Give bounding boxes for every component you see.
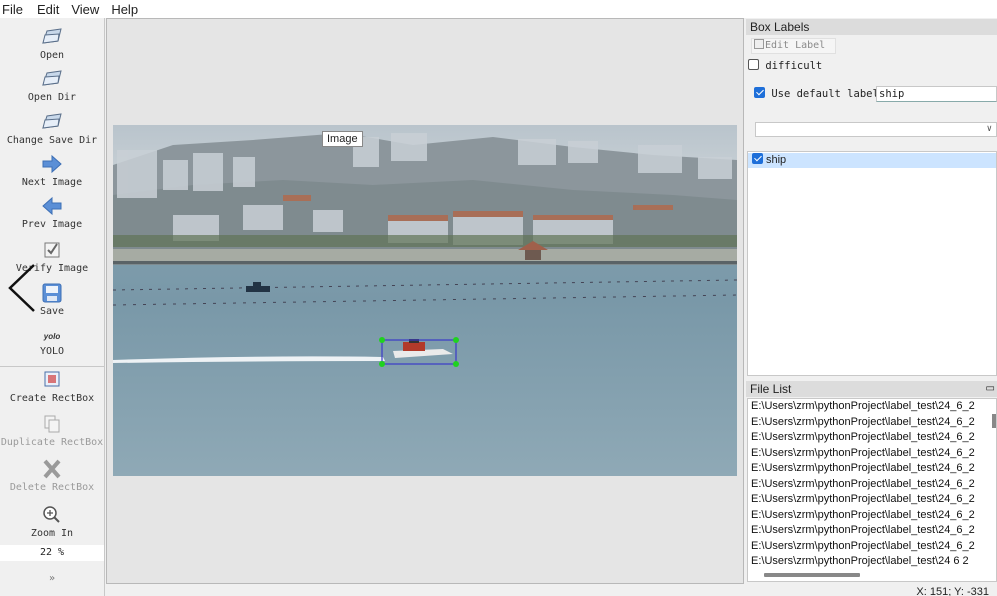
duplicate-rectbox-label: Duplicate RectBox bbox=[0, 437, 104, 448]
file-list-vertical-scrollbar[interactable] bbox=[992, 414, 996, 428]
zoom-in-icon bbox=[43, 506, 60, 523]
open-dir-label: Open Dir bbox=[27, 92, 77, 103]
file-list-item[interactable]: E:\Users\zrm\pythonProject\label_test\24… bbox=[751, 493, 975, 505]
change-save-dir-button[interactable]: Change Save Dir bbox=[0, 111, 104, 146]
file-list-item[interactable]: E:\Users\zrm\pythonProject\label_test\24… bbox=[751, 540, 975, 552]
box-labels-title: Box Labels bbox=[746, 19, 997, 35]
file-list: E:\Users\zrm\pythonProject\label_test\24… bbox=[747, 398, 997, 582]
harbor-photo bbox=[113, 125, 737, 476]
folder-icon bbox=[42, 70, 62, 86]
next-image-button[interactable]: Next Image bbox=[0, 153, 104, 188]
file-list-item[interactable]: E:\Users\zrm\pythonProject\label_test\24… bbox=[751, 447, 975, 459]
arrow-right-icon bbox=[42, 154, 62, 174]
menu-view[interactable]: View bbox=[65, 2, 105, 17]
folder-icon bbox=[42, 28, 62, 44]
folder-icon bbox=[42, 113, 62, 129]
label-list: ship bbox=[747, 151, 997, 376]
checkbox-icon bbox=[44, 242, 60, 258]
right-panel: Box Labels Edit Label difficult Use defa… bbox=[746, 18, 997, 584]
zoom-value-spinbox[interactable]: 22 % bbox=[0, 545, 104, 561]
menubar: File Edit View Help bbox=[0, 0, 997, 18]
file-list-item[interactable]: E:\Users\zrm\pythonProject\label_test\24… bbox=[751, 400, 975, 412]
prev-image-button[interactable]: Prev Image bbox=[0, 195, 104, 230]
arrow-left-icon bbox=[42, 196, 62, 216]
use-default-label-checkbox[interactable]: Use default label bbox=[754, 87, 879, 100]
checkbox-checked-icon[interactable] bbox=[752, 153, 763, 164]
open-button[interactable]: Open bbox=[0, 26, 104, 61]
next-image-label: Next Image bbox=[21, 177, 83, 188]
file-list-item[interactable]: E:\Users\zrm\pythonProject\label_test\24… bbox=[751, 478, 975, 490]
open-label: Open bbox=[39, 50, 65, 61]
file-list-item[interactable]: E:\Users\zrm\pythonProject\label_test\24… bbox=[751, 524, 975, 536]
delete-x-icon bbox=[43, 459, 61, 479]
file-list-item[interactable]: E:\Users\zrm\pythonProject\label_test\24… bbox=[751, 555, 969, 567]
zoom-in-label: Zoom In bbox=[30, 528, 74, 539]
file-list-horizontal-scrollbar[interactable] bbox=[764, 573, 860, 577]
menu-file[interactable]: File bbox=[0, 2, 31, 17]
menu-help[interactable]: Help bbox=[105, 2, 144, 17]
edit-label-text: Edit Label bbox=[765, 40, 826, 51]
label-item-text: ship bbox=[766, 154, 787, 166]
delete-rectbox-label: Delete RectBox bbox=[9, 482, 95, 493]
image-canvas[interactable]: Image bbox=[106, 18, 744, 584]
change-save-dir-label: Change Save Dir bbox=[6, 135, 98, 146]
edit-icon bbox=[754, 39, 764, 49]
canvas-tooltip: Image bbox=[322, 131, 363, 147]
format-label: YOLO bbox=[39, 346, 65, 357]
file-list-title: File List bbox=[750, 382, 792, 396]
prev-image-label: Prev Image bbox=[21, 219, 83, 230]
chevron-left-icon[interactable] bbox=[6, 262, 40, 314]
copy-icon bbox=[44, 415, 60, 433]
delete-rectbox-button[interactable]: Delete RectBox bbox=[0, 458, 104, 493]
edit-label-button[interactable]: Edit Label bbox=[751, 38, 836, 54]
file-list-item[interactable]: E:\Users\zrm\pythonProject\label_test\24… bbox=[751, 416, 975, 428]
difficult-checkbox[interactable]: difficult bbox=[748, 59, 822, 72]
default-label-input[interactable]: ship bbox=[876, 86, 997, 102]
open-dir-button[interactable]: Open Dir bbox=[0, 68, 104, 103]
create-rectbox-button[interactable]: Create RectBox bbox=[0, 369, 104, 404]
format-button[interactable]: yolo YOLO bbox=[0, 330, 104, 357]
file-list-item[interactable]: E:\Users\zrm\pythonProject\label_test\24… bbox=[751, 462, 975, 474]
label-list-item[interactable]: ship bbox=[748, 153, 996, 168]
file-list-item[interactable]: E:\Users\zrm\pythonProject\label_test\24… bbox=[751, 431, 975, 443]
file-list-header: File List ▭ bbox=[746, 381, 997, 397]
difficult-label: difficult bbox=[765, 60, 823, 72]
file-list-item[interactable]: E:\Users\zrm\pythonProject\label_test\24… bbox=[751, 509, 975, 521]
toolbar-separator bbox=[0, 366, 104, 367]
duplicate-rectbox-button[interactable]: Duplicate RectBox bbox=[0, 413, 104, 448]
menu-edit[interactable]: Edit bbox=[31, 2, 65, 17]
status-coordinates: X: 151; Y: -331 bbox=[916, 586, 989, 596]
yolo-icon: yolo bbox=[43, 332, 61, 341]
label-filter-combobox[interactable]: ∨ bbox=[755, 122, 997, 137]
floppy-icon bbox=[42, 283, 62, 303]
create-rectbox-label: Create RectBox bbox=[9, 393, 95, 404]
rectbox-icon bbox=[44, 371, 60, 387]
toolbar-more-button[interactable]: » bbox=[0, 573, 104, 584]
undock-icon[interactable]: ▭ bbox=[986, 381, 995, 397]
zoom-in-button[interactable]: Zoom In bbox=[0, 504, 104, 539]
chevron-down-icon: ∨ bbox=[986, 124, 992, 134]
checkbox-checked-icon bbox=[754, 87, 765, 98]
use-default-label-text: Use default label bbox=[771, 88, 879, 100]
checkbox-icon bbox=[748, 59, 759, 70]
